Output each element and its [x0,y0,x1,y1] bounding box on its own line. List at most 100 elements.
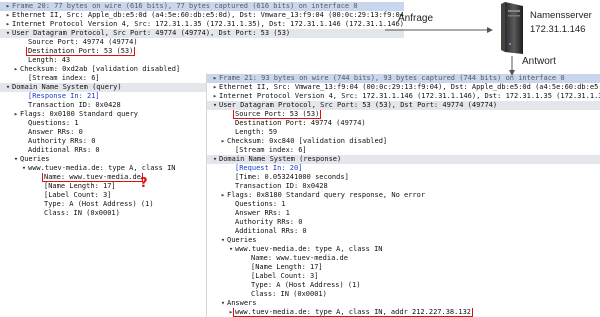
response-packet-details-pane: ▸ Frame 21: 93 bytes on wire (744 bits), … [206,73,600,317]
right-tree-row-checksum-0xc840-validation-disabled[interactable]: ▸ Checksum: 0xc840 [validation disabled] [207,137,600,146]
collapsed-arrow-icon[interactable]: ▸ [12,110,20,119]
right-tree-row-authority-rrs-0[interactable]: Authority RRs: 0 [207,218,600,227]
tree-row-text: Ethernet II, Src: Vmware_13:f9:04 (00:0c… [219,83,600,91]
right-tree-row-request-in-20[interactable]: [Request In: 20] [207,164,600,173]
left-tree-row-source-port-49774-49774[interactable]: Source Port: 49774 (49774) [0,38,404,47]
expanded-arrow-icon[interactable]: ▾ [211,101,219,110]
tree-row-text: Transaction ID: 0x0428 [235,182,328,190]
right-tree-row-name-length-17[interactable]: [Name Length: 17] [207,263,600,272]
tree-row-text: Queries [227,236,257,244]
expanded-arrow-icon[interactable]: ▾ [227,245,235,254]
tree-row-text: Type: A (Host Address) (1) [251,281,361,289]
collapsed-arrow-icon[interactable]: ▸ [4,11,12,20]
expanded-arrow-icon[interactable]: ▾ [12,155,20,164]
right-tree-row-frame-21-93-bytes-on-wire-744-bits-93-by[interactable]: ▸ Frame 21: 93 bytes on wire (744 bits), … [207,74,600,83]
right-tree-row-www-tuev-media-de-type-a-class-in-addr-2[interactable]: ▸ www.tuev-media.de: type A, class IN, ad… [207,308,600,317]
tree-row-text: [Name Length: 17] [251,263,323,271]
right-tree-row-queries[interactable]: ▾ Queries [207,236,600,245]
collapsed-arrow-icon[interactable]: ▸ [219,191,227,200]
highlighted-field: Source Port: 53 (53) [233,110,322,119]
expanded-arrow-icon[interactable]: ▾ [20,164,28,173]
right-tree-row-transaction-id-0x0428[interactable]: Transaction ID: 0x0428 [207,182,600,191]
right-tree-row-answer-rrs-1[interactable]: Answer RRs: 1 [207,209,600,218]
right-tree-row-type-a-host-address-1[interactable]: Type: A (Host Address) (1) [207,281,600,290]
tree-row-text: Questions: 1 [28,119,79,127]
left-tree-row-destination-port-53-53[interactable]: Destination Port: 53 (53) [0,47,404,56]
response-label: Antwort [522,56,556,67]
collapsed-arrow-icon[interactable]: ▸ [219,137,227,146]
tree-row-text: www.tuev-media.de: type A, class IN [28,164,176,172]
tree-row-text: Answer RRs: 1 [235,209,290,217]
collapsed-arrow-icon[interactable]: ▸ [211,83,219,92]
right-tree-row-questions-1[interactable]: Questions: 1 [207,200,600,209]
right-tree-row-class-in-0x0001[interactable]: Class: IN (0x0001) [207,290,600,299]
tree-row-text: Class: IN (0x0001) [251,290,327,298]
right-tree-row-www-tuev-media-de-type-a-class-in[interactable]: ▾ www.tuev-media.de: type A, class IN [207,245,600,254]
tree-row-text: Queries [20,155,50,163]
left-tree-row-ethernet-ii-src-apple-db-e5-0d-a4-5e-60-[interactable]: ▸ Ethernet II, Src: Apple_db:e5:0d (a4:5e… [0,11,404,20]
right-tree-row-source-port-53-53[interactable]: Source Port: 53 (53) [207,110,600,119]
right-tree-row-domain-name-system-response[interactable]: ▾ Domain Name System (response) [207,155,600,164]
left-tree-row-user-datagram-protocol-src-port-49774-49[interactable]: ▾ User Datagram Protocol, Src Port: 49774… [0,29,404,38]
right-tree-row-name-www-tuev-media-de[interactable]: Name: www.tuev-media.de [207,254,600,263]
tree-row-text: Checksum: 0xc840 [validation disabled] [227,137,388,145]
tree-row-text: Flags: 0x0100 Standard query [20,110,139,118]
tree-row-text: Length: 43 [28,56,71,64]
tree-row-text: Internet Protocol Version 4, Src: 172.31… [12,20,404,28]
server-icon [501,2,523,54]
tree-row-text: [Label Count: 3] [44,191,112,199]
right-tree-row-internet-protocol-version-4-src-172-31-1[interactable]: ▸ Internet Protocol Version 4, Src: 172.3… [207,92,600,101]
right-tree-row-stream-index-6[interactable]: [Stream index: 6] [207,146,600,155]
expanded-arrow-icon[interactable]: ▾ [219,299,227,308]
tree-row-text: Source Port: 49774 (49774) [28,38,138,46]
expanded-arrow-icon[interactable]: ▾ [219,236,227,245]
expanded-arrow-icon[interactable]: ▾ [4,83,12,92]
tree-row-text: Checksum: 0xd2ab [validation disabled] [20,65,181,73]
highlighted-field: Name: www.tuev-media.de [42,173,143,182]
tree-row-text[interactable]: [Request In: 20] [235,164,302,172]
highlighted-field: Destination Port: 53 (53) [26,47,136,56]
right-tree-row-user-datagram-protocol-src-port-53-53-ds[interactable]: ▾ User Datagram Protocol, Src Port: 53 (5… [207,101,600,110]
left-tree-row-length-43[interactable]: Length: 43 [0,56,404,65]
right-tree-row-destination-port-49774-49774[interactable]: Destination Port: 49774 (49774) [207,119,600,128]
server-ip-label: 172.31.1.146 [530,24,586,35]
tree-row-text: Class: IN (0x0001) [44,209,120,217]
left-tree-row-frame-20-77-bytes-on-wire-616-bits-77-by[interactable]: ▸ Frame 20: 77 bytes on wire (616 bits), … [0,2,404,11]
right-tree-row-additional-rrs-0[interactable]: Additional RRs: 0 [207,227,600,236]
right-tree-row-ethernet-ii-src-vmware-13-f9-04-00-0c-29[interactable]: ▸ Ethernet II, Src: Vmware_13:f9:04 (00:0… [207,83,600,92]
right-tree-row-time-0-053241000-seconds[interactable]: [Time: 0.053241000 seconds] [207,173,600,182]
tree-row-text: Length: 59 [235,128,278,136]
tree-row-text: [Stream index: 6] [235,146,307,154]
right-tree-row-length-59[interactable]: Length: 59 [207,128,600,137]
request-label: Anfrage [398,13,434,24]
expanded-arrow-icon[interactable]: ▾ [4,29,12,38]
tree-row-text: Answer RRs: 0 [28,128,83,136]
tree-row-text: User Datagram Protocol, Src Port: 49774 … [12,29,291,37]
server-name-label: Namensserver [530,10,592,21]
tree-row-text: Authority RRs: 0 [235,218,303,226]
tree-row-text: User Datagram Protocol, Src Port: 53 (53… [219,101,498,109]
collapsed-arrow-icon[interactable]: ▸ [4,20,12,29]
tree-row-text: Answers [227,299,257,307]
right-tree-row-flags-0x8180-standard-query-response-no-[interactable]: ▸ Flags: 0x8180 Standard query response, … [207,191,600,200]
tree-row-text: Additional RRs: 0 [235,227,307,235]
highlighted-field: www.tuev-media.de: type A, class IN, add… [233,308,474,317]
tree-row-text: Name: www.tuev-media.de [251,254,348,262]
collapsed-arrow-icon[interactable]: ▸ [211,92,219,101]
expanded-arrow-icon[interactable]: ▾ [211,155,219,164]
left-tree-row-internet-protocol-version-4-src-172-31-1[interactable]: ▸ Internet Protocol Version 4, Src: 172.3… [0,20,404,29]
tree-row-text: Additional RRs: 0 [28,146,100,154]
right-tree-row-label-count-3[interactable]: [Label Count: 3] [207,272,600,281]
tree-row-text: www.tuev-media.de: type A, class IN [235,245,383,253]
tree-row-text: Domain Name System (response) [219,155,342,163]
tree-row-text: Questions: 1 [235,200,286,208]
tree-row-text[interactable]: [Response In: 21] [28,92,100,100]
collapsed-arrow-icon[interactable]: ▸ [4,2,12,11]
right-tree-row-answers[interactable]: ▾ Answers [207,299,600,308]
tree-row-text: Frame 21: 93 bytes on wire (744 bits), 9… [219,74,565,82]
tree-row-text: Internet Protocol Version 4, Src: 172.31… [219,92,600,100]
collapsed-arrow-icon[interactable]: ▸ [211,74,219,83]
tree-row-text: Transaction ID: 0x0428 [28,101,121,109]
collapsed-arrow-icon[interactable]: ▸ [12,65,20,74]
tree-row-text: Type: A (Host Address) (1) [44,200,154,208]
